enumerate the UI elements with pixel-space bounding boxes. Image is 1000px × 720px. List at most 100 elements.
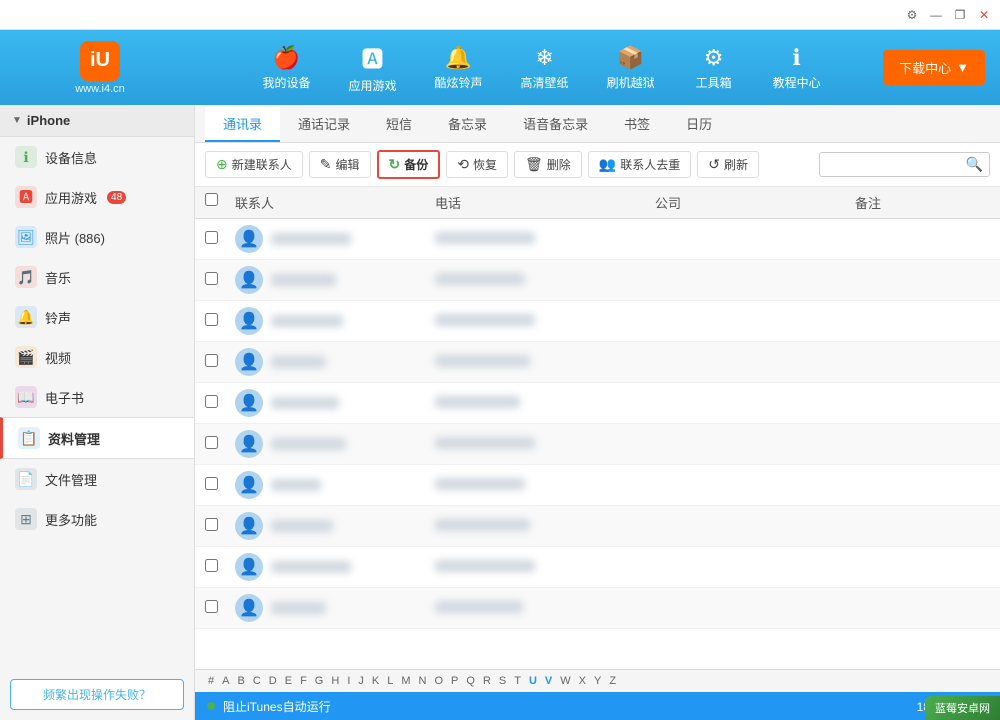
alpha-G[interactable]: G <box>312 674 327 688</box>
sidebar-item-photos[interactable]: 🖼 照片 (886) <box>0 217 194 257</box>
nav-item-wallpaper[interactable]: ❄ 高清壁纸 <box>507 39 583 97</box>
tab-call-log[interactable]: 通话记录 <box>280 107 368 142</box>
tab-voice-memo[interactable]: 语音备忘录 <box>505 107 606 142</box>
table-row[interactable]: 👤 <box>195 424 1000 465</box>
alpha-R[interactable]: R <box>480 674 494 688</box>
tab-contacts[interactable]: 通讯录 <box>205 107 280 142</box>
nav-item-toolbox[interactable]: ⚙ 工具箱 <box>679 39 749 97</box>
dedup-button[interactable]: 👥 联系人去重 <box>588 151 691 178</box>
sidebar-item-data-mgmt[interactable]: 📋 资料管理 <box>0 417 194 459</box>
alpha-J[interactable]: J <box>355 674 367 688</box>
nav-item-tutorial[interactable]: ℹ 教程中心 <box>759 39 835 97</box>
minimize-icon[interactable]: — <box>928 7 944 23</box>
new-contact-button[interactable]: ⊕ 新建联系人 <box>205 151 303 178</box>
faq-button[interactable]: 频繁出现操作失败？ <box>10 679 184 710</box>
alpha-#[interactable]: # <box>205 674 217 688</box>
sidebar-item-apps[interactable]: 🅰 应用游戏48 <box>0 177 194 217</box>
row-checkbox[interactable] <box>195 518 225 534</box>
restore-button[interactable]: ⟲ 恢复 <box>446 151 508 178</box>
table-row[interactable]: 👤 <box>195 383 1000 424</box>
row-checkbox[interactable] <box>195 600 225 616</box>
alpha-P[interactable]: P <box>448 674 461 688</box>
row-phone <box>425 355 645 370</box>
alpha-F[interactable]: F <box>297 674 310 688</box>
alpha-B[interactable]: B <box>234 674 247 688</box>
alpha-X[interactable]: X <box>576 674 589 688</box>
nav-item-apps[interactable]: 🅰 应用游戏 <box>335 36 411 100</box>
alpha-T[interactable]: T <box>511 674 524 688</box>
delete-button[interactable]: 🗑 删除 <box>514 151 582 178</box>
alpha-C[interactable]: C <box>250 674 264 688</box>
tab-calendar[interactable]: 日历 <box>668 107 730 142</box>
search-box[interactable]: 🔍 <box>819 152 990 177</box>
table-row[interactable]: 👤 <box>195 342 1000 383</box>
alpha-Y[interactable]: Y <box>591 674 604 688</box>
row-checkbox[interactable] <box>195 231 225 247</box>
alpha-L[interactable]: L <box>384 674 396 688</box>
row-phone <box>425 232 645 247</box>
row-checkbox[interactable] <box>195 272 225 288</box>
sidebar-icon-file-mgmt: 📄 <box>15 468 37 490</box>
backup-button[interactable]: ↻ 备份 <box>377 150 441 179</box>
refresh-button[interactable]: ↺ 刷新 <box>697 151 759 178</box>
alpha-K[interactable]: K <box>369 674 382 688</box>
alpha-Q[interactable]: Q <box>463 674 478 688</box>
row-checkbox[interactable] <box>195 436 225 452</box>
alpha-Z[interactable]: Z <box>606 674 619 688</box>
sidebar-item-music[interactable]: 🎵 音乐 <box>0 257 194 297</box>
row-checkbox[interactable] <box>195 313 225 329</box>
sidebar-item-device-info[interactable]: ℹ 设备信息 <box>0 137 194 177</box>
tab-sms[interactable]: 短信 <box>368 107 430 142</box>
alpha-S[interactable]: S <box>496 674 509 688</box>
table-row[interactable]: 👤 <box>195 547 1000 588</box>
table-row[interactable]: 👤 <box>195 260 1000 301</box>
alpha-W[interactable]: W <box>557 674 573 688</box>
row-checkbox[interactable] <box>195 559 225 575</box>
row-checkbox[interactable] <box>195 477 225 493</box>
sidebar-item-ringtone[interactable]: 🔔 铃声 <box>0 297 194 337</box>
nav-item-ringtone[interactable]: 🔔 酷炫铃声 <box>421 39 497 97</box>
alpha-M[interactable]: M <box>398 674 413 688</box>
search-input[interactable] <box>826 158 966 172</box>
tab-bookmark[interactable]: 书签 <box>606 107 668 142</box>
sidebar-item-video[interactable]: 🎬 视频 <box>0 337 194 377</box>
table-row[interactable]: 👤 <box>195 506 1000 547</box>
alpha-U[interactable]: U <box>526 674 540 688</box>
edit-button[interactable]: ✎ 编辑 <box>309 151 371 178</box>
settings-icon[interactable]: ⚙ <box>904 7 920 23</box>
table-row[interactable]: 👤 <box>195 465 1000 506</box>
table-header: 联系人 电话 公司 备注 <box>195 187 1000 219</box>
status-dot <box>207 702 215 710</box>
nav-item-jailbreak[interactable]: 📦 刷机越狱 <box>593 39 669 97</box>
alpha-N[interactable]: N <box>416 674 430 688</box>
sidebar-label-ringtone: 铃声 <box>45 308 71 327</box>
table-row[interactable]: 👤 <box>195 588 1000 629</box>
row-phone <box>425 437 645 452</box>
badge-apps: 48 <box>107 191 126 204</box>
download-button[interactable]: 下载中心 ▼ <box>883 50 985 85</box>
alpha-I[interactable]: I <box>344 674 353 688</box>
close-icon[interactable]: ✕ <box>976 7 992 23</box>
row-checkbox[interactable] <box>195 354 225 370</box>
row-phone <box>425 560 645 575</box>
alpha-O[interactable]: O <box>431 674 446 688</box>
row-checkbox[interactable] <box>195 395 225 411</box>
alpha-E[interactable]: E <box>282 674 295 688</box>
alpha-D[interactable]: D <box>266 674 280 688</box>
alpha-A[interactable]: A <box>219 674 232 688</box>
nav-items: 🍎 我的设备 🅰 应用游戏 🔔 酷炫铃声 ❄ 高清壁纸 📦 刷机越狱 ⚙ 工具箱… <box>200 36 883 100</box>
status-text[interactable]: 阻止iTunes自动运行 <box>223 698 331 715</box>
sidebar-item-ebook[interactable]: 📖 电子书 <box>0 377 194 417</box>
table-row[interactable]: 👤 <box>195 301 1000 342</box>
alpha-V[interactable]: V <box>542 674 555 688</box>
nav-item-my-device[interactable]: 🍎 我的设备 <box>249 39 325 97</box>
alpha-H[interactable]: H <box>328 674 342 688</box>
table-row[interactable]: 👤 <box>195 219 1000 260</box>
select-all-checkbox[interactable] <box>205 193 218 206</box>
restore-icon[interactable]: ❐ <box>952 7 968 23</box>
sidebar-icon-device-info: ℹ <box>15 146 37 168</box>
sidebar-item-more[interactable]: ⊞ 更多功能 <box>0 499 194 539</box>
tab-notes[interactable]: 备忘录 <box>430 107 505 142</box>
sidebar-item-file-mgmt[interactable]: 📄 文件管理 <box>0 459 194 499</box>
edit-icon: ✎ <box>320 156 332 173</box>
